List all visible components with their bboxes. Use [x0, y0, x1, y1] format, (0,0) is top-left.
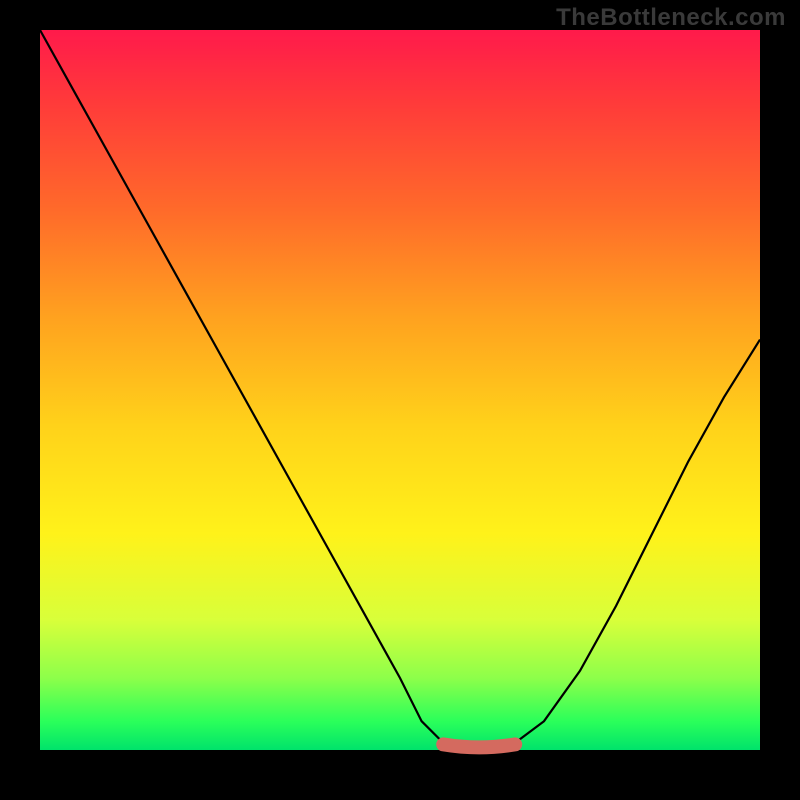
bottleneck-curve [40, 30, 760, 750]
chart-frame: TheBottleneck.com [0, 0, 800, 800]
curve-svg [40, 30, 760, 750]
plot-area [40, 30, 760, 750]
flat-highlight-segment [443, 744, 515, 747]
watermark-text: TheBottleneck.com [556, 4, 786, 32]
